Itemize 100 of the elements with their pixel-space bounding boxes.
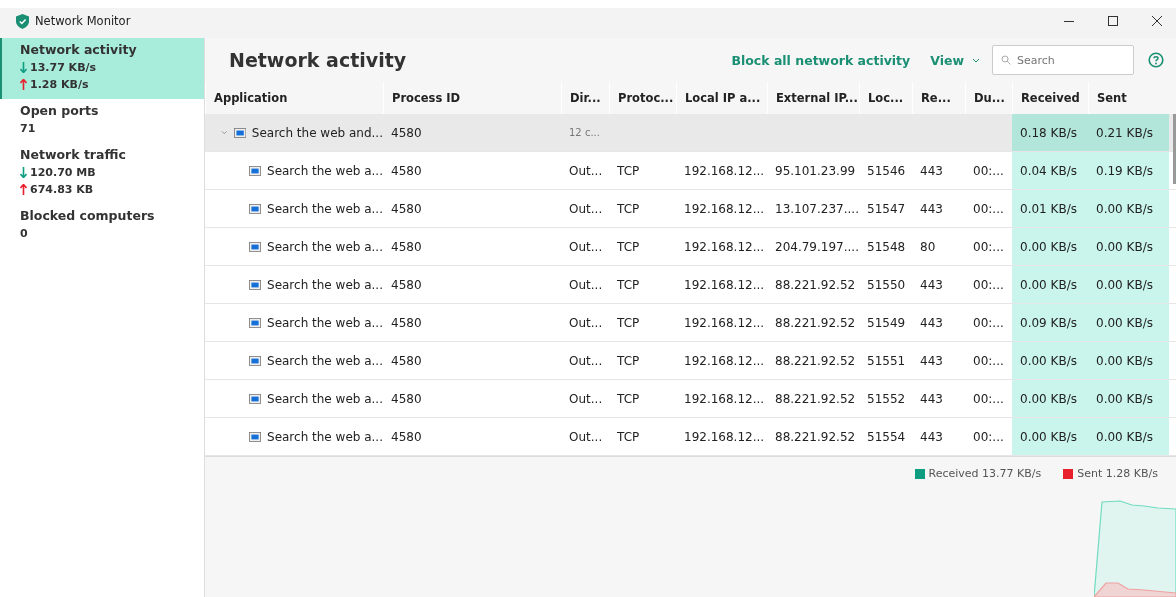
window-icon [249,278,261,291]
table-cell: 51550 [867,277,906,292]
table-cell: 0.00 KB/s [1088,266,1169,303]
table-cell: 00:... [973,315,1004,330]
window-icon [249,392,261,405]
table-cell: 443 [920,429,943,444]
sidebar-value: 0 [20,227,28,240]
table-cell: 00:... [973,429,1004,444]
view-menu[interactable]: View [930,52,980,68]
table-cell: 51547 [867,201,906,216]
table-cell: Search the web a... [267,277,383,292]
sidebar-item[interactable]: Network traffic 120.70 MB 674.83 KB [0,143,204,204]
table-cell: 0.00 KB/s [1088,190,1169,227]
table-cell: 88.221.92.52 [775,315,856,330]
table-cell: 443 [920,163,943,178]
sidebar-item-title: Open ports [20,103,100,118]
table-cell: 0.00 KB/s [1012,266,1088,303]
table-cell: Out... [569,353,603,368]
table-cell: 00:... [973,391,1004,406]
table-cell: 4580 [391,163,422,178]
table-cell: 443 [920,277,943,292]
sidebar-item-title: Blocked computers [20,208,156,223]
block-all-link[interactable]: Block all network activity [731,52,911,68]
table-cell: 00:... [973,353,1004,368]
table-cell: 0.00 KB/s [1088,380,1169,417]
help-icon[interactable] [1148,52,1164,68]
table-cell: 51546 [867,163,906,178]
table-cell: 4580 [391,353,422,368]
table-cell: 0.00 KB/s [1012,342,1088,379]
table-cell: 0.00 KB/s [1088,342,1169,379]
table-cell: 0.00 KB/s [1088,228,1169,265]
window-icon [249,430,261,443]
window-icon [249,164,261,177]
table-cell: 51548 [867,239,906,254]
table-cell: 192.168.12... [684,315,765,330]
table-cell: TCP [617,201,640,216]
table-cell: 0.00 KB/s [1088,418,1169,455]
sidebar-item-title: Network traffic [20,147,127,162]
sidebar-value: 674.83 KB [30,183,94,196]
up-arrow-icon [20,184,27,195]
table-cell: 4580 [391,429,422,444]
search-field[interactable]: Search [992,45,1134,75]
table-cell: 0.04 KB/s [1012,152,1088,189]
table-cell: 443 [920,391,943,406]
table-cell: 443 [920,201,943,216]
table-cell: 4580 [391,277,422,292]
window-title: Network Monitor [35,14,131,28]
table-cell: Out... [569,239,603,254]
table-cell: 192.168.12... [684,163,765,178]
sidebar-value: 13.77 KB/s [30,61,97,74]
table-cell: Out... [569,201,603,216]
table-cell: 88.221.92.52 [775,391,856,406]
table-cell: TCP [617,277,640,292]
table-cell: Search the web a... [267,163,383,178]
table-cell: Out... [569,315,603,330]
maximize-icon[interactable] [1108,16,1118,26]
page-title: Network activity [229,49,407,71]
window-icon [249,354,261,367]
sidebar-value: 1.28 KB/s [30,78,89,91]
table-cell: 0.00 KB/s [1088,304,1169,341]
table-cell: Search the web a... [267,201,383,216]
table-cell: 88.221.92.52 [775,277,856,292]
table-cell: 0.09 KB/s [1012,304,1088,341]
legend-label: Sent 1.28 KB/s [1077,467,1158,480]
table-cell: 0.00 KB/s [1012,380,1088,417]
table-cell: 0.21 KB/s [1088,114,1169,151]
table-cell: 88.221.92.52 [775,429,856,444]
table-cell: 443 [920,315,943,330]
shield-logo-icon [16,13,29,29]
table-cell: 4580 [391,315,422,330]
table-cell: 192.168.12... [684,239,765,254]
table-cell: TCP [617,163,640,178]
table-cell: 192.168.12... [684,429,765,444]
table-cell: TCP [617,353,640,368]
table-cell: Search the web a... [267,353,383,368]
sidebar-item[interactable]: Open ports 71 [0,99,204,143]
table-cell: Out... [569,163,603,178]
close-icon[interactable] [1152,16,1162,26]
table-cell: 192.168.12... [684,391,765,406]
table-cell: 192.168.12... [684,353,765,368]
table-cell: 0.19 KB/s [1088,152,1169,189]
table-cell: 95.101.23.99 [775,163,856,178]
sidebar-value: 120.70 MB [30,166,96,179]
sidebar-item[interactable]: Network activity 13.77 KB/s 1.28 KB/s [0,38,204,99]
table-cell: 12 c... [569,127,600,138]
table-cell: 192.168.12... [684,277,765,292]
table-cell: Search the web a... [267,429,383,444]
up-arrow-icon [20,79,27,90]
table-cell: Out... [569,429,603,444]
table-cell: TCP [617,391,640,406]
sidebar-item-title: Network activity [20,42,138,57]
table-cell: 0.00 KB/s [1012,228,1088,265]
table-cell: 80 [920,239,936,254]
table-cell: 00:... [973,201,1004,216]
table-cell: 443 [920,353,943,368]
sidebar-value: 71 [20,122,36,135]
sidebar-item[interactable]: Blocked computers 0 [0,204,204,248]
table-cell: 4580 [391,391,422,406]
table-cell: 204.79.197.... [775,239,859,254]
table-cell: TCP [617,239,640,254]
